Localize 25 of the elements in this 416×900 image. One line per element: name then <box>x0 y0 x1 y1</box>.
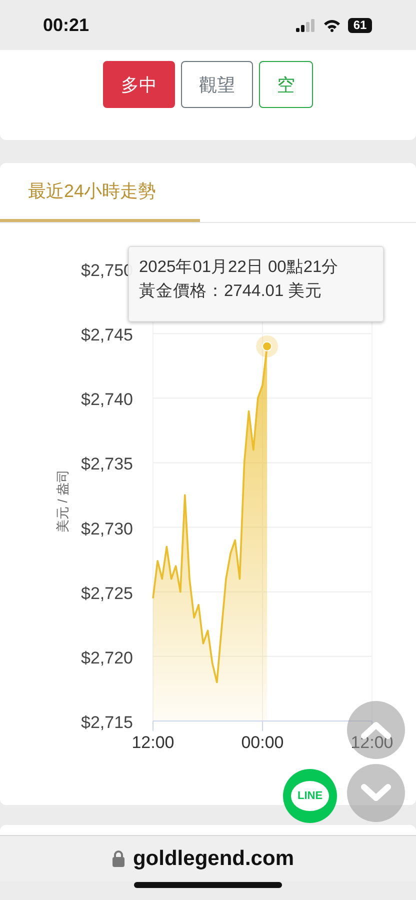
signal-button[interactable]: 觀望 <box>181 61 253 108</box>
y-tick-label: $2,715 <box>81 713 133 732</box>
highlight-marker <box>256 335 278 358</box>
chart-tab[interactable]: 最近24小時走勢 <box>0 163 200 222</box>
x-tick-label: 00:00 <box>241 733 284 752</box>
y-tick-label: $2,730 <box>81 519 133 538</box>
chevron-down-icon <box>361 784 391 802</box>
wifi-icon <box>323 18 341 32</box>
y-tick-label: $2,720 <box>81 648 133 668</box>
y-tick-label: $2,735 <box>81 454 133 474</box>
signal-button[interactable]: 多中 <box>103 61 175 108</box>
tooltip-text: 2025年01月22日 00點21分 <box>139 257 340 278</box>
battery-icon: 61 <box>348 18 372 32</box>
lock-icon <box>112 850 125 867</box>
y-tick-label: $2,750 <box>81 261 133 280</box>
signal-button[interactable]: 空 <box>259 61 313 108</box>
y-tick-label: $2,725 <box>81 584 133 603</box>
y-tick-label: $2,745 <box>81 326 133 345</box>
signal-icon <box>296 18 316 32</box>
y-axis-title: 美元 / 盎司 <box>55 470 70 532</box>
y-tick-label: $2,740 <box>81 390 133 410</box>
x-tick-label: 12:00 <box>132 733 174 752</box>
url-text[interactable]: goldlegend.com <box>132 846 294 870</box>
status-time: 00:21 <box>43 14 90 36</box>
tooltip-text: 黃金價格：2744.01 美元 <box>139 281 324 302</box>
